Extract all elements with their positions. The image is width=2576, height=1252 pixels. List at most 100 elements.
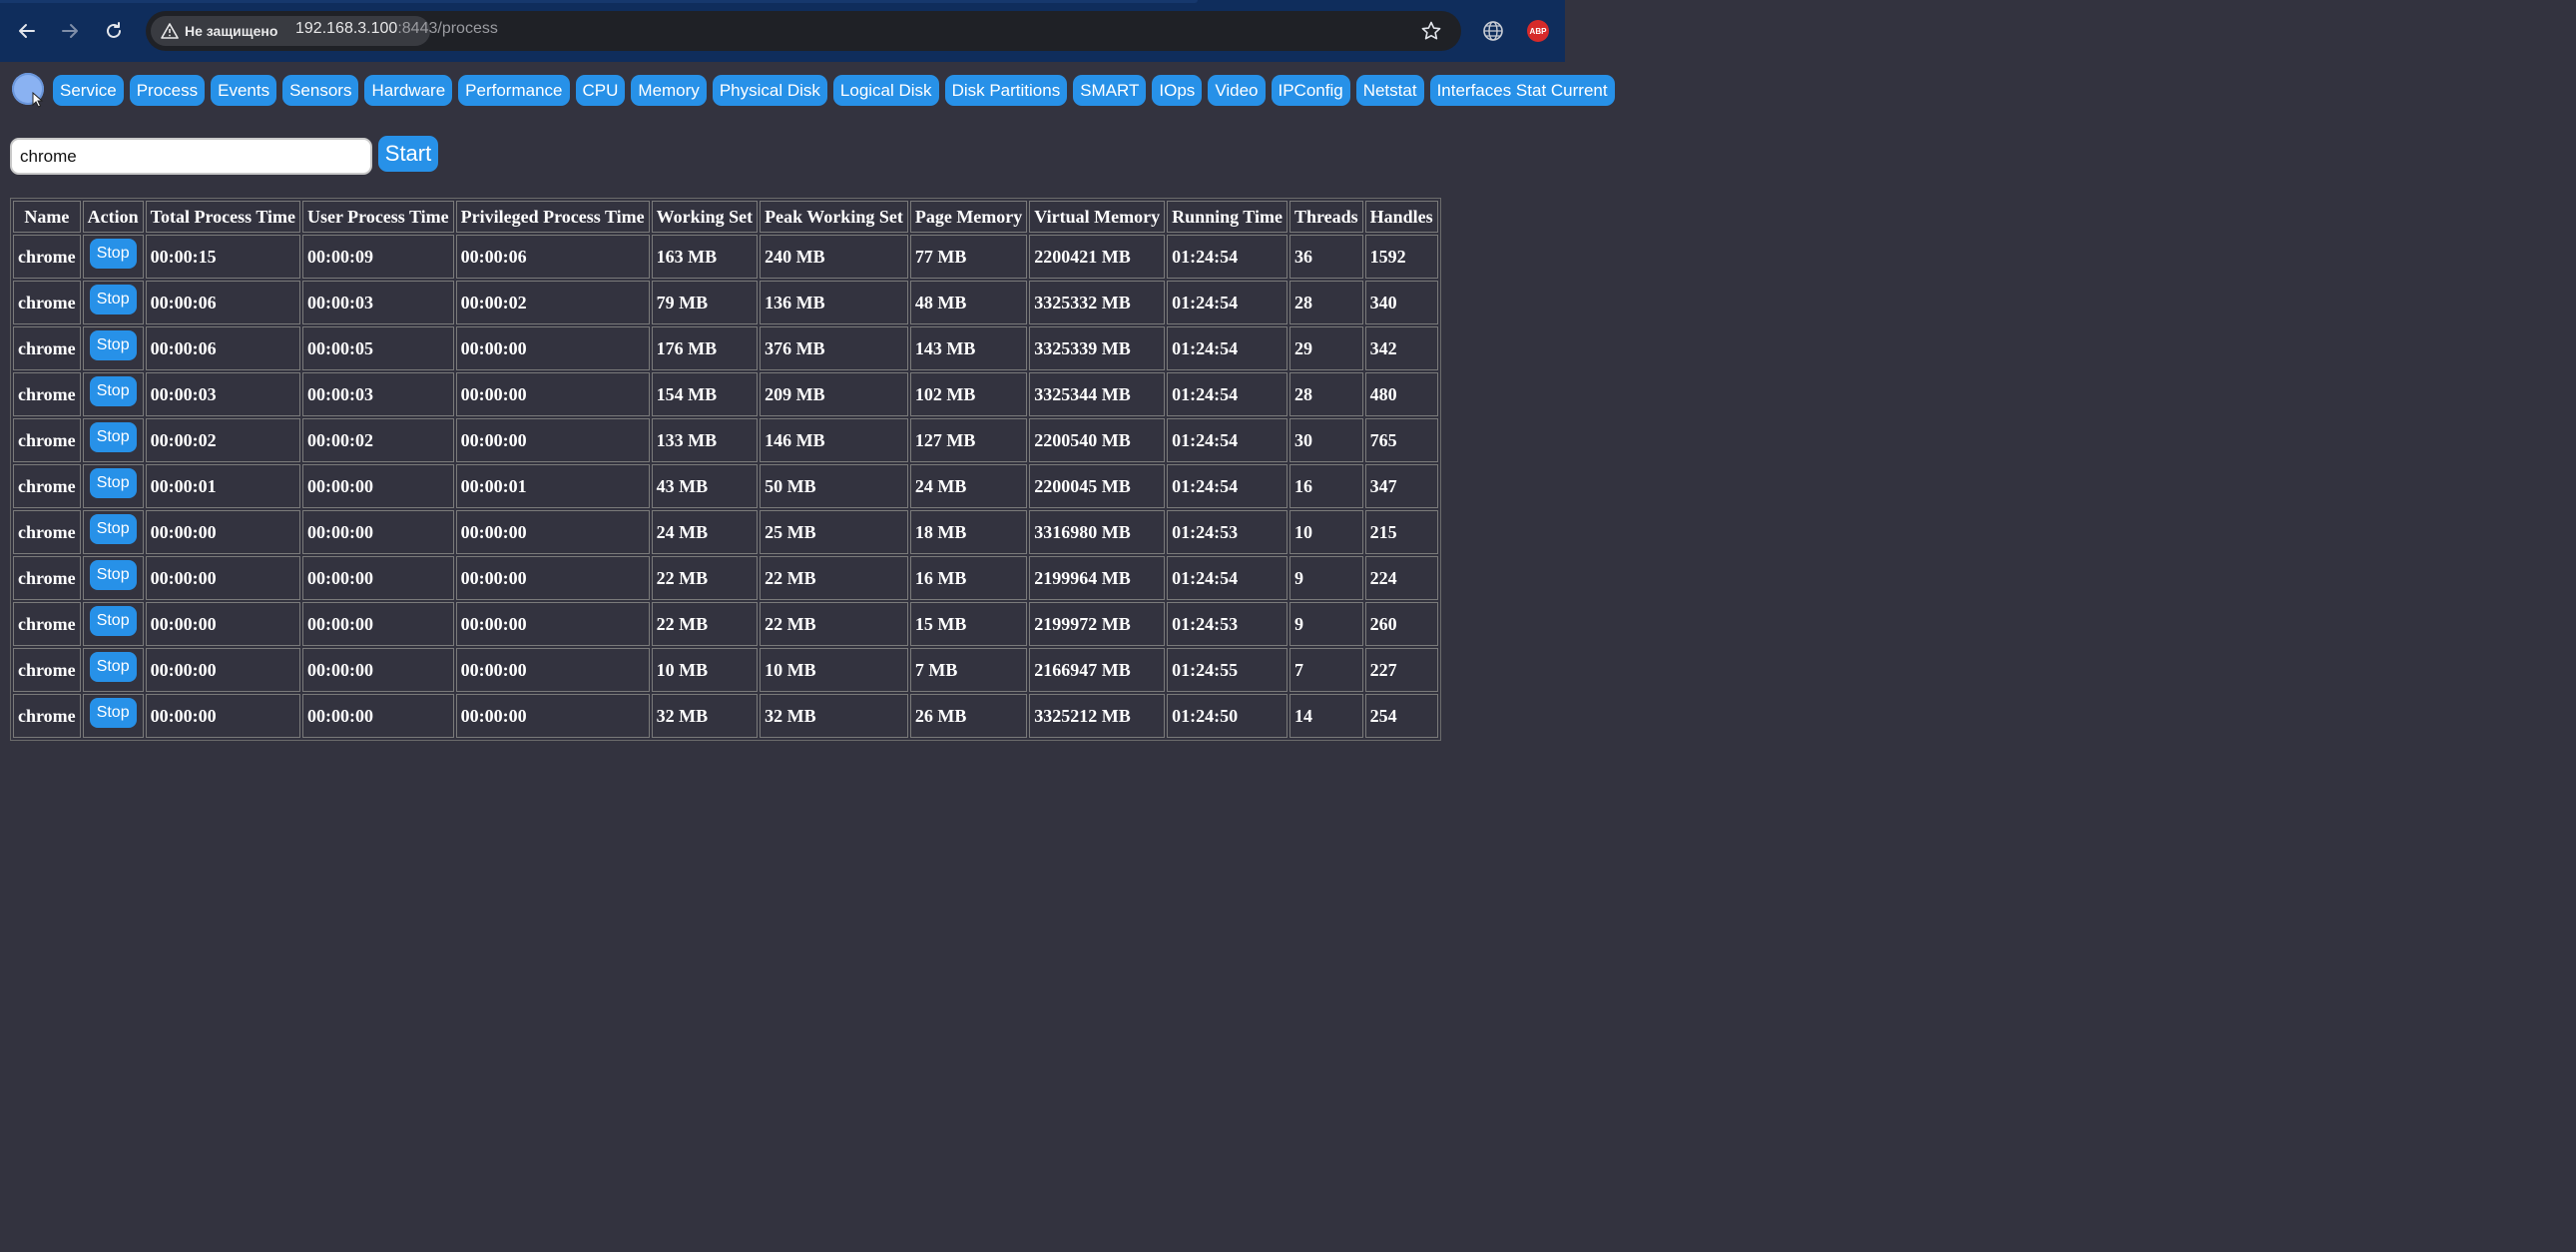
nav-hardware[interactable]: Hardware [364,75,453,106]
cell-page-memory: 16 MB [909,556,1028,600]
main-nav: Service Process Events Sensors Hardware … [53,75,1615,106]
mouse-cursor-icon [32,92,44,108]
cell-virtual-memory: 2199972 MB [1029,602,1166,646]
cell-user-process-time: 00:00:00 [302,694,454,738]
table-row: chrome Stop 00:00:00 00:00:00 00:00:00 10 MB 1… [13,648,1438,692]
nav-disk-partitions[interactable]: Disk Partitions [944,75,1068,106]
cell-running-time: 01:24:54 [1167,235,1288,279]
reload-button[interactable] [100,17,128,45]
cell-action: Stop [82,464,144,508]
forward-button[interactable] [56,17,84,45]
stop-process-button[interactable]: Stop [89,514,137,544]
browser-toolbar: Не защищено 192.168.3.100:8443/process A… [0,0,1565,62]
header-col-working-set: Working Set [651,201,759,233]
cell-name: chrome [13,326,81,370]
stop-process-button[interactable]: Stop [89,606,137,636]
arrow-left-icon [19,24,35,38]
cell-running-time: 01:24:54 [1167,556,1288,600]
cell-page-memory: 7 MB [909,648,1028,692]
cell-running-time: 01:24:55 [1167,648,1288,692]
url-port-path: :8443/process [397,20,498,37]
cell-threads: 7 [1288,648,1363,692]
cell-name: chrome [13,694,81,738]
cell-working-set: 43 MB [651,464,759,508]
table-row: chrome Stop 00:00:01 00:00:00 00:00:01 43 MB 5… [13,464,1438,508]
nav-video[interactable]: Video [1208,75,1266,106]
table-header-row: Name Action Total Process Time User Process… [13,201,1438,233]
nav-smart[interactable]: SMART [1073,75,1147,106]
cell-page-memory: 26 MB [909,694,1028,738]
nav-sensors[interactable]: Sensors [282,75,359,106]
header-col-action: Action [82,201,144,233]
cell-action: Stop [82,694,144,738]
cell-privileged-process-time: 00:00:00 [455,418,650,462]
adblock-extension-button[interactable]: ABP [1527,20,1549,42]
stop-process-button[interactable]: Stop [89,468,137,498]
cell-privileged-process-time: 00:00:00 [455,556,650,600]
stop-process-button[interactable]: Stop [89,422,137,452]
cell-peak-working-set: 50 MB [760,464,908,508]
start-button[interactable]: Start [378,136,438,172]
cell-running-time: 01:24:54 [1167,281,1288,324]
table-row: chrome Stop 00:00:02 00:00:02 00:00:00 133 MB… [13,418,1438,462]
cell-privileged-process-time: 00:00:01 [455,464,650,508]
nav-physical-disk[interactable]: Physical Disk [712,75,827,106]
stop-process-button[interactable]: Stop [89,652,137,682]
nav-memory[interactable]: Memory [631,75,707,106]
cell-name: chrome [13,648,81,692]
cell-page-memory: 143 MB [909,326,1028,370]
cell-name: chrome [13,372,81,416]
cell-page-memory: 24 MB [909,464,1028,508]
cell-privileged-process-time: 00:00:00 [455,648,650,692]
cell-threads: 14 [1288,694,1363,738]
cell-working-set: 176 MB [651,326,759,370]
nav-interfaces-stat-current[interactable]: Interfaces Stat Current [1429,75,1615,106]
cell-peak-working-set: 22 MB [760,602,908,646]
translate-extension-button[interactable] [1482,20,1504,47]
nav-service[interactable]: Service [53,75,124,106]
url-text[interactable]: 192.168.3.100:8443/process [295,20,498,38]
cell-user-process-time: 00:00:00 [302,602,454,646]
stop-process-button[interactable]: Stop [89,285,137,314]
stop-process-button[interactable]: Stop [89,560,137,590]
cell-running-time: 01:24:54 [1167,418,1288,462]
cell-action: Stop [82,326,144,370]
cell-page-memory: 18 MB [909,510,1028,554]
reload-icon [107,22,121,38]
abp-label: ABP [1529,26,1547,36]
cell-total-process-time: 00:00:01 [145,464,300,508]
cell-virtual-memory: 2200045 MB [1029,464,1166,508]
nav-performance[interactable]: Performance [458,75,570,106]
cell-user-process-time: 00:00:00 [302,464,454,508]
stop-process-button[interactable]: Stop [89,239,137,269]
table-row: chrome Stop 00:00:00 00:00:00 00:00:00 24 MB 2… [13,510,1438,554]
cell-total-process-time: 00:00:00 [145,694,300,738]
cell-privileged-process-time: 00:00:02 [455,281,650,324]
table-row: chrome Stop 00:00:00 00:00:00 00:00:00 22 MB 2… [13,602,1438,646]
cell-page-memory: 102 MB [909,372,1028,416]
back-button[interactable] [13,17,41,45]
nav-ipconfig[interactable]: IPConfig [1271,75,1350,106]
nav-netstat[interactable]: Netstat [1355,75,1424,106]
nav-iops[interactable]: IOps [1152,75,1203,106]
cell-threads: 29 [1288,326,1363,370]
nav-events[interactable]: Events [211,75,277,106]
nav-cpu[interactable]: CPU [575,75,626,106]
cell-peak-working-set: 146 MB [760,418,908,462]
cell-virtual-memory: 3325212 MB [1029,694,1166,738]
bookmark-button[interactable] [1421,21,1441,46]
cell-action: Stop [82,602,144,646]
address-bar[interactable]: Не защищено 192.168.3.100:8443/process [146,11,1461,51]
cell-total-process-time: 00:00:00 [145,510,300,554]
stop-process-button[interactable]: Stop [89,330,137,360]
cell-threads: 36 [1288,235,1363,279]
cell-peak-working-set: 376 MB [760,326,908,370]
cell-virtual-memory: 2200540 MB [1029,418,1166,462]
stop-process-button[interactable]: Stop [89,376,137,406]
nav-logical-disk[interactable]: Logical Disk [832,75,939,106]
cell-virtual-memory: 3325339 MB [1029,326,1166,370]
cell-working-set: 163 MB [651,235,759,279]
nav-process[interactable]: Process [129,75,206,106]
stop-process-button[interactable]: Stop [89,698,137,728]
process-search-input[interactable] [10,138,372,175]
